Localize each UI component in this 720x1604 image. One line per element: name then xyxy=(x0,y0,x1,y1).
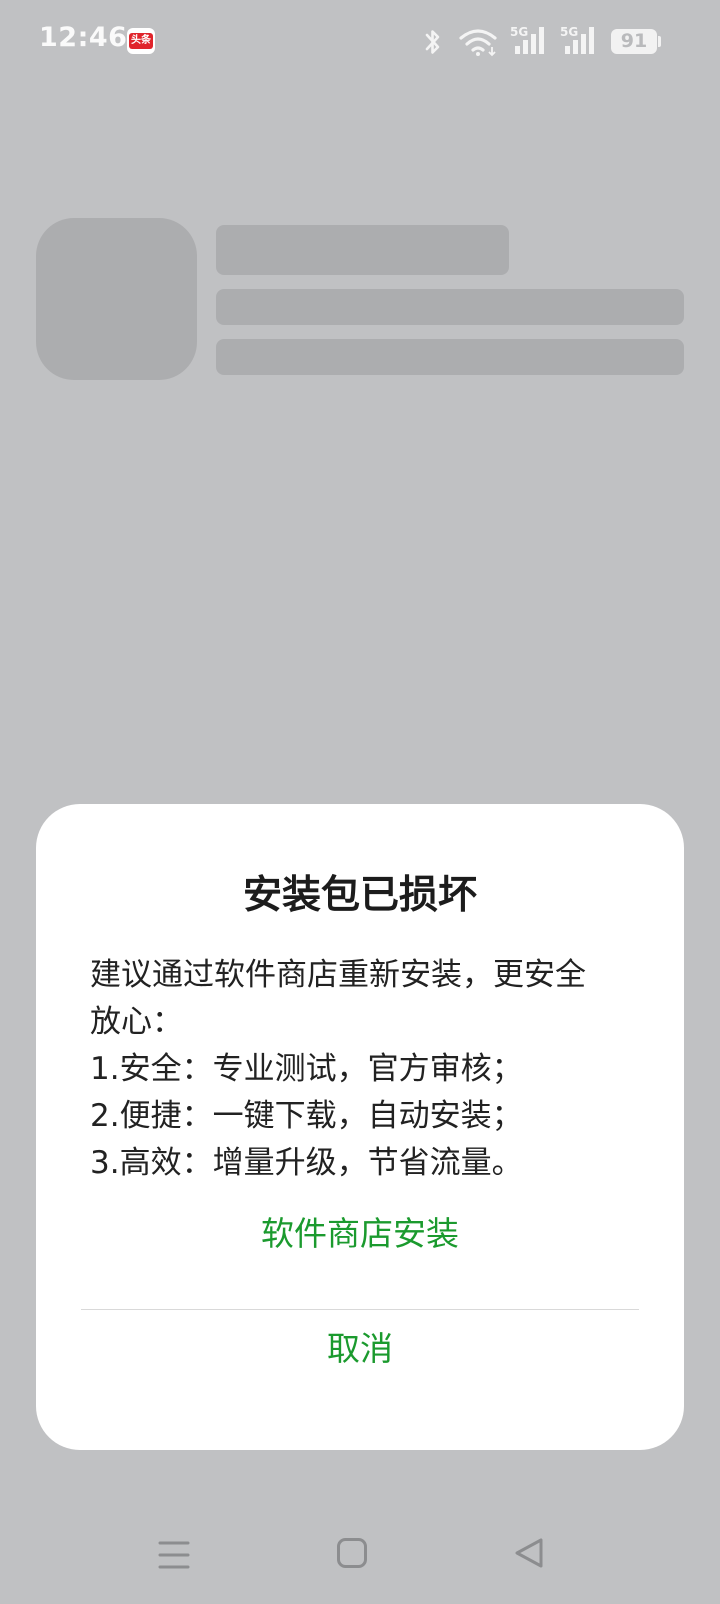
app-icon-placeholder xyxy=(36,218,197,380)
dialog-message-line: 1.安全：专业测试，官方审核； xyxy=(90,1051,523,1087)
battery-indicator: 91 xyxy=(611,29,657,54)
cancel-button[interactable]: 取消 xyxy=(36,1314,684,1384)
signal-5g-icon: 5G xyxy=(560,25,594,54)
network-label: 5G xyxy=(510,25,528,39)
back-icon[interactable] xyxy=(513,1537,545,1569)
menu-icon[interactable] xyxy=(157,1538,191,1572)
app-info-placeholder xyxy=(216,289,684,325)
dialog-message-line: 3.高效：增量升级，节省流量。 xyxy=(90,1145,523,1181)
dialog-message-line: 建议通过软件商店重新安装，更安全 xyxy=(90,957,586,993)
bluetooth-icon xyxy=(425,30,440,54)
dialog-message-line: 放心： xyxy=(90,1004,183,1040)
app-badge-label: 头条 xyxy=(129,33,153,49)
home-icon[interactable] xyxy=(336,1537,368,1569)
package-corrupted-dialog: 安装包已损坏 建议通过软件商店重新安装，更安全 放心： 1.安全：专业测试，官方… xyxy=(36,804,684,1450)
status-time: 12:46 xyxy=(39,22,128,53)
app-info-placeholder xyxy=(216,339,684,375)
signal-5g-icon: 5G xyxy=(510,25,544,54)
status-bar: 12:46 头条 5G 5G 91 xyxy=(0,0,720,82)
dialog-message-line: 2.便捷：一键下载，自动安装； xyxy=(90,1098,523,1134)
dialog-title: 安装包已损坏 xyxy=(242,873,477,918)
dialog-divider xyxy=(81,1309,639,1310)
app-store-install-button[interactable]: 软件商店安装 xyxy=(36,1199,684,1269)
toutiao-app-icon: 头条 xyxy=(127,28,155,54)
app-title-placeholder xyxy=(216,225,509,275)
battery-tip xyxy=(658,36,661,47)
network-label: 5G xyxy=(560,25,578,39)
dialog-message: 建议通过软件商店重新安装，更安全 放心： 1.安全：专业测试，官方审核； 2.便… xyxy=(90,952,650,1187)
wifi-icon xyxy=(459,29,497,57)
